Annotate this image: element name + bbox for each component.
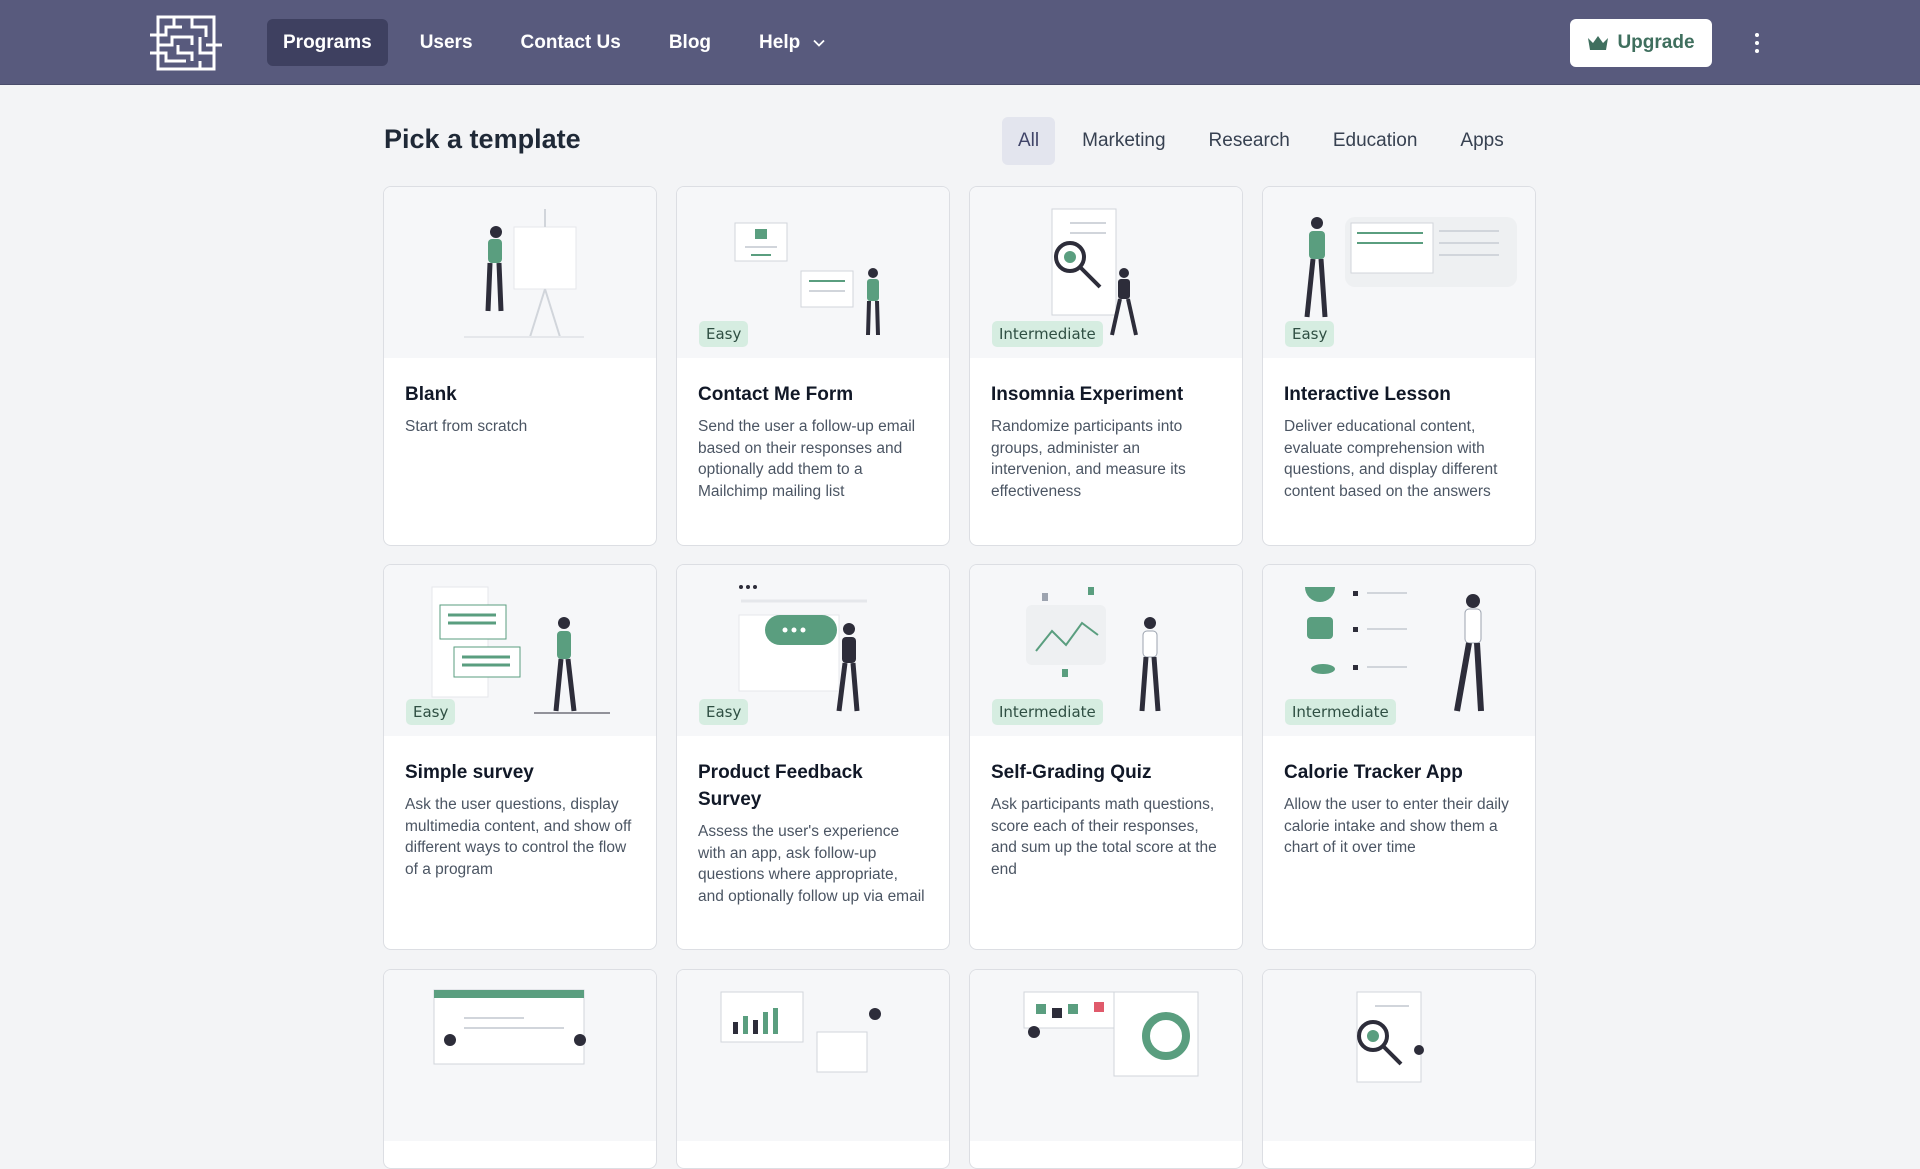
crown-icon: [1588, 36, 1609, 50]
nav-contact-us[interactable]: Contact Us: [505, 19, 637, 66]
template-card-contact-me-form[interactable]: Easy Contact Me Form Send the user a fol…: [676, 186, 950, 546]
card-illustration: [384, 187, 656, 358]
difficulty-badge: Easy: [406, 699, 456, 725]
template-card-interactive-lesson[interactable]: Easy Interactive Lesson Deliver educatio…: [1262, 186, 1536, 546]
top-navigation-bar: Programs Users Contact Us Blog Help Upgr…: [0, 0, 1920, 85]
nav-users[interactable]: Users: [404, 19, 489, 66]
template-card-blank[interactable]: Blank Start from scratch: [383, 186, 657, 546]
difficulty-badge: Easy: [699, 699, 749, 725]
card-illustration: Easy: [677, 565, 949, 736]
card-illustration: [677, 970, 949, 1141]
filter-research[interactable]: Research: [1193, 117, 1306, 165]
donut-chart-illustration: [1023, 991, 1199, 1077]
card-description: Allow the user to enter their daily calo…: [1284, 796, 1509, 856]
upgrade-button[interactable]: Upgrade: [1570, 19, 1712, 67]
card-title: Product Feedback Survey: [698, 762, 863, 810]
nav-blog[interactable]: Blog: [653, 19, 727, 66]
filter-education[interactable]: Education: [1317, 117, 1434, 165]
template-card[interactable]: [383, 969, 657, 1169]
difficulty-badge: Intermediate: [992, 321, 1103, 347]
template-card[interactable]: [969, 969, 1243, 1169]
template-card-simple-survey[interactable]: Easy Simple survey Ask the user question…: [383, 564, 657, 950]
filter-apps[interactable]: Apps: [1444, 117, 1519, 165]
template-card[interactable]: [1262, 969, 1536, 1169]
filter-all[interactable]: All: [1002, 117, 1056, 165]
card-title: Self-Grading Quiz: [991, 762, 1152, 783]
card-illustration: Intermediate: [1263, 565, 1535, 736]
magnifier-document-illustration: [1356, 991, 1424, 1083]
template-card-product-feedback-survey[interactable]: Easy Product Feedback Survey Assess the …: [676, 564, 950, 950]
card-illustration: Intermediate: [970, 187, 1242, 358]
difficulty-badge: Easy: [699, 321, 749, 347]
presentation-board-illustration: [433, 989, 586, 1065]
filter-marketing[interactable]: Marketing: [1066, 117, 1181, 165]
bar-chart-illustration: [720, 991, 881, 1073]
person-at-whiteboard-illustration: [464, 209, 584, 338]
card-illustration: Easy: [677, 187, 949, 358]
chevron-down-icon: [813, 39, 825, 47]
difficulty-badge: Intermediate: [992, 699, 1103, 725]
maze-logo-icon[interactable]: [148, 15, 224, 71]
template-card-insomnia-experiment[interactable]: Intermediate Insomnia Experiment Randomi…: [969, 186, 1243, 546]
nav-programs[interactable]: Programs: [267, 19, 388, 66]
category-filters: All Marketing Research Education Apps: [1002, 117, 1531, 165]
vertical-dots-icon[interactable]: [1748, 30, 1766, 56]
template-card[interactable]: [676, 969, 950, 1169]
card-title: Calorie Tracker App: [1284, 762, 1463, 783]
card-title: Blank: [405, 384, 457, 405]
template-card-self-grading-quiz[interactable]: Intermediate Self-Grading Quiz Ask parti…: [969, 564, 1243, 950]
difficulty-badge: Easy: [1285, 321, 1335, 347]
card-illustration: Easy: [384, 565, 656, 736]
card-description: Ask the user questions, display multimed…: [405, 796, 632, 878]
nav-help[interactable]: Help: [743, 19, 842, 66]
card-illustration: Easy: [1263, 187, 1535, 358]
card-description: Deliver educational content, evaluate co…: [1284, 418, 1498, 500]
card-description: Assess the user's experience with an app…: [698, 823, 925, 905]
main-nav: Programs Users Contact Us Blog Help: [267, 19, 858, 66]
card-description: Start from scratch: [405, 418, 528, 435]
card-illustration: [970, 970, 1242, 1141]
card-title: Contact Me Form: [698, 384, 854, 405]
template-card-calorie-tracker-app[interactable]: Intermediate Calorie Tracker App Allow t…: [1262, 564, 1536, 950]
card-illustration: [1263, 970, 1535, 1141]
page-title: Pick a template: [384, 124, 581, 154]
card-description: Randomize participants into groups, admi…: [991, 418, 1186, 500]
card-illustration: Intermediate: [970, 565, 1242, 736]
card-description: Ask participants math questions, score e…: [991, 796, 1217, 878]
card-illustration: [384, 970, 656, 1141]
card-title: Insomnia Experiment: [991, 384, 1184, 405]
card-title: Simple survey: [405, 762, 534, 783]
difficulty-badge: Intermediate: [1285, 699, 1396, 725]
card-title: Interactive Lesson: [1284, 384, 1451, 405]
card-description: Send the user a follow-up email based on…: [698, 418, 916, 500]
